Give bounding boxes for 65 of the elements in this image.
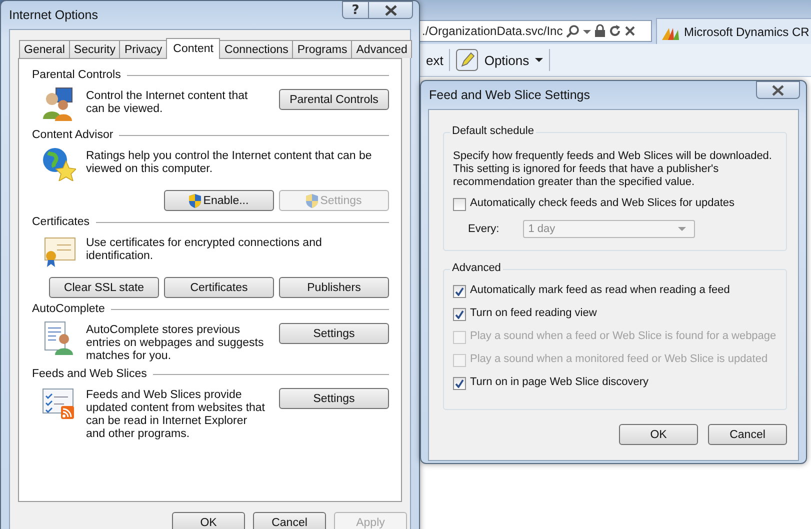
tab[interactable]: Security bbox=[68, 40, 120, 58]
checkbox[interactable] bbox=[453, 198, 466, 211]
checkbox[interactable] bbox=[453, 285, 466, 298]
section-title: AutoComplete bbox=[32, 303, 105, 315]
tab[interactable]: Content bbox=[166, 38, 220, 59]
toolbar-text[interactable]: ext bbox=[426, 52, 444, 68]
tab[interactable]: Connections bbox=[219, 40, 294, 58]
settings-button[interactable]: Settings bbox=[279, 388, 389, 409]
field-label: Every: bbox=[468, 223, 500, 235]
close-icon bbox=[772, 84, 784, 96]
checkbox-label: Play a sound when a feed or Web Slice is found for a webpage bbox=[470, 330, 776, 343]
tab[interactable]: Programs bbox=[292, 40, 352, 58]
schedule-description: Specify how frequently feeds and Web Slices will be downloaded. This setting is ignored for feeds that have a publisher's recommendation greater than the specified value. bbox=[453, 150, 773, 189]
section-button[interactable]: Publishers bbox=[279, 277, 389, 298]
section-description: Control the Internet content that can be viewed. bbox=[86, 90, 249, 116]
settings-button[interactable]: Settings bbox=[279, 323, 389, 344]
dialog-button[interactable]: OK bbox=[172, 512, 245, 529]
close-button[interactable] bbox=[756, 81, 800, 99]
pencil-icon[interactable] bbox=[456, 49, 478, 71]
window-title: Internet Options bbox=[9, 8, 98, 22]
section-description: Use certificates for encrypted connections and identification. bbox=[86, 237, 323, 263]
lock-icon[interactable] bbox=[594, 24, 606, 38]
checkbox-label: Turn on in page Web Slice discovery bbox=[470, 376, 649, 389]
close-icon[interactable] bbox=[624, 24, 636, 38]
section-title: Content Advisor bbox=[32, 129, 114, 141]
section-button[interactable]: Certificates bbox=[164, 277, 274, 298]
dialog-button[interactable]: Cancel bbox=[253, 512, 326, 529]
shield-icon bbox=[189, 194, 202, 208]
section-button[interactable]: Clear SSL state bbox=[49, 277, 159, 298]
options-menu[interactable]: Options bbox=[484, 52, 530, 68]
shield-icon bbox=[306, 194, 318, 208]
section-description: Feeds and Web Slices provide updated content from websites that can be read in Internet Explorer and other programs. bbox=[86, 389, 266, 441]
help-button[interactable]: ? bbox=[342, 1, 369, 19]
checkbox[interactable] bbox=[453, 377, 466, 390]
refresh-icon[interactable] bbox=[608, 24, 621, 38]
tab[interactable]: General bbox=[19, 40, 70, 58]
autocomplete-icon bbox=[42, 321, 76, 355]
window-title: Feed and Web Slice Settings bbox=[429, 88, 590, 102]
caret-icon bbox=[678, 226, 686, 232]
checkbox-label: Play a sound when a monitored feed or Web Slice is updated bbox=[470, 353, 768, 366]
tab[interactable]: Privacy bbox=[119, 40, 168, 58]
browser-tab[interactable]: Microsoft Dynamics CR bbox=[656, 18, 811, 44]
tab[interactable]: Advanced bbox=[351, 40, 412, 58]
section-title: Feeds and Web Slices bbox=[32, 368, 147, 380]
section-description: AutoComplete stores previous entries on webpages and suggests matches for you. bbox=[86, 324, 265, 363]
checkbox-label: Automatically mark feed as read when reading a feed bbox=[470, 284, 730, 297]
feed-list-icon bbox=[42, 386, 76, 420]
settings-button[interactable]: Parental Controls bbox=[279, 89, 389, 110]
address-text: ./OrganizationData.svc/Inc bbox=[422, 24, 563, 38]
dialog-button[interactable]: OK bbox=[619, 424, 698, 445]
section-description: Ratings help you control the Internet content that can be viewed on this computer. bbox=[86, 150, 373, 176]
close-icon bbox=[384, 4, 396, 16]
close-button[interactable] bbox=[369, 1, 413, 19]
caret-icon[interactable] bbox=[535, 57, 544, 63]
globe-star-icon bbox=[42, 147, 76, 181]
checkbox[interactable] bbox=[453, 308, 466, 321]
search-icon[interactable] bbox=[566, 24, 580, 38]
section-title: Parental Controls bbox=[32, 69, 121, 81]
checkbox-label: Automatically check feeds and Web Slices for updates bbox=[470, 197, 735, 210]
checkbox-label: Turn on feed reading view bbox=[470, 307, 597, 320]
group-title: Advanced bbox=[450, 262, 503, 274]
section-title: Certificates bbox=[32, 216, 90, 228]
section-button[interactable]: Enable... bbox=[164, 190, 274, 211]
group-title: Default schedule bbox=[450, 125, 536, 137]
dialog-button[interactable]: Cancel bbox=[708, 424, 787, 445]
